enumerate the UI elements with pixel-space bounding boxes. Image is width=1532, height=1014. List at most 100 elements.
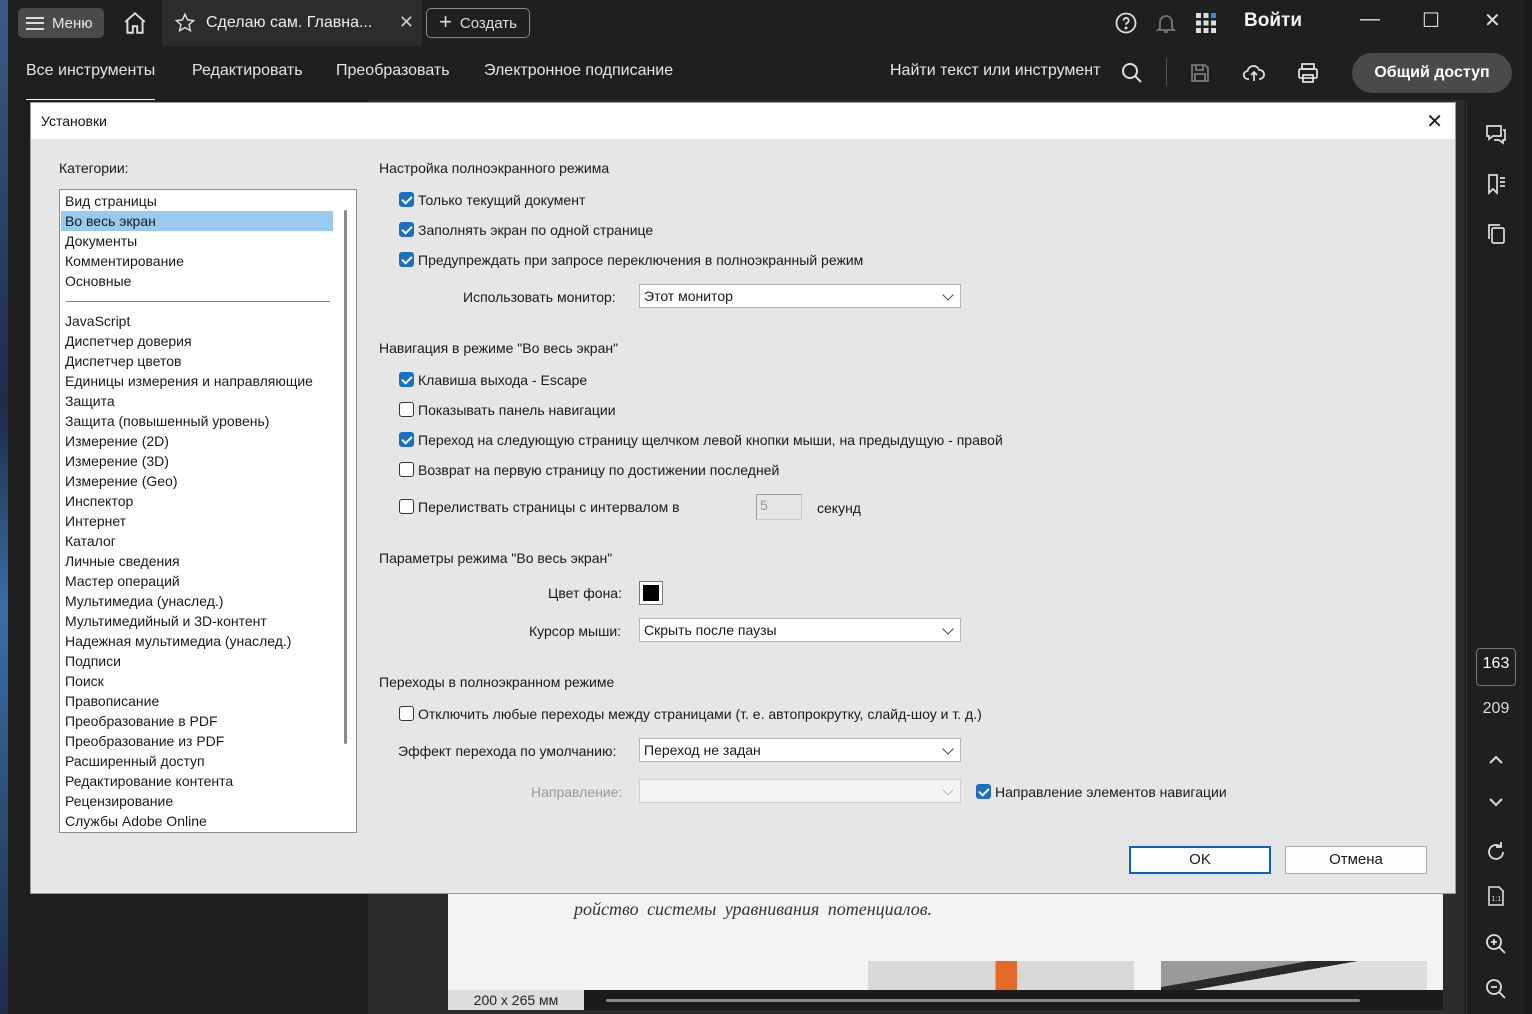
comment-icon[interactable] — [1484, 122, 1508, 146]
category-item[interactable]: Рецензирование — [61, 791, 333, 811]
chevron-up-icon[interactable] — [1484, 748, 1508, 772]
category-item[interactable]: Мастер операций — [61, 571, 333, 591]
category-item[interactable]: Защита — [61, 391, 333, 411]
nav-direction-checkbox[interactable] — [976, 784, 991, 799]
category-item[interactable]: Мультимедиа (унаслед.) — [61, 591, 333, 611]
category-item[interactable]: Инспектор — [61, 491, 333, 511]
category-item[interactable]: Комментирование — [61, 251, 333, 271]
plus-icon: + — [439, 9, 452, 34]
search-icon[interactable] — [1120, 61, 1144, 85]
chevron-down-icon[interactable] — [1484, 790, 1508, 814]
category-item[interactable]: Каталог — [61, 531, 333, 551]
menu-button[interactable]: Меню — [18, 8, 104, 38]
toolbar-divider — [1166, 58, 1167, 86]
auto-advance-checkbox[interactable] — [399, 499, 414, 514]
category-item[interactable]: Основные — [61, 271, 333, 291]
categories-list[interactable]: Вид страницы Во весь экран Документы Ком… — [59, 189, 357, 833]
category-item[interactable]: Подписи — [61, 651, 333, 671]
mouse-cursor-label: Курсор мыши: — [529, 623, 622, 639]
show-nav-bar-checkbox[interactable] — [399, 402, 414, 417]
category-item[interactable]: Надежная мультимедиа (унаслед.) — [61, 631, 333, 651]
tab-edit[interactable]: Редактировать — [192, 62, 303, 80]
category-item[interactable]: Преобразование из PDF — [61, 731, 333, 751]
category-item[interactable]: Правописание — [61, 691, 333, 711]
tab-all-tools[interactable]: Все инструменты — [26, 62, 156, 102]
category-item-selected[interactable]: Во весь экран — [61, 211, 333, 231]
bookmark-icon[interactable] — [1484, 172, 1508, 196]
tab-convert[interactable]: Преобразовать — [336, 62, 450, 80]
category-item[interactable]: Диспетчер доверия — [61, 331, 333, 351]
monitor-label: Использовать монитор: — [463, 289, 616, 305]
share-button[interactable]: Общий доступ — [1352, 53, 1512, 93]
disable-transitions-checkbox[interactable] — [399, 706, 414, 721]
monitor-value: Этот монитор — [644, 288, 733, 304]
star-icon[interactable] — [174, 12, 196, 34]
category-item[interactable]: Личные сведения — [61, 551, 333, 571]
current-doc-only-checkbox[interactable] — [399, 192, 414, 207]
category-item[interactable]: Единицы измерения и направляющие — [61, 371, 333, 391]
print-icon[interactable] — [1296, 61, 1320, 85]
category-item[interactable]: Расширенный доступ — [61, 751, 333, 771]
sign-in-button[interactable]: Войти — [1244, 10, 1302, 32]
category-item[interactable]: JavaScript — [61, 311, 333, 331]
zoom-in-icon[interactable] — [1484, 932, 1508, 956]
category-item[interactable]: Редактирование контента — [61, 771, 333, 791]
category-item[interactable]: Службы Adobe Online — [61, 811, 333, 831]
category-item[interactable]: Документы — [61, 231, 333, 251]
category-item[interactable]: Мультимедийный и 3D-контент — [61, 611, 333, 631]
direction-select[interactable] — [639, 779, 961, 803]
svg-text:1:1: 1:1 — [1492, 896, 1502, 903]
create-label: Создать — [459, 14, 517, 32]
horizontal-scrollbar[interactable] — [606, 999, 1360, 1002]
zoom-out-icon[interactable] — [1484, 977, 1508, 1001]
dialog-close-icon[interactable]: ✕ — [1426, 109, 1443, 134]
category-item[interactable]: Преобразование в PDF — [61, 711, 333, 731]
maximize-button[interactable]: ☐ — [1422, 8, 1440, 33]
actual-size-icon[interactable]: 1:1 — [1484, 884, 1508, 908]
find-text-or-tool[interactable]: Найти текст или инструмент — [890, 62, 1100, 80]
category-item[interactable]: Поиск — [61, 671, 333, 691]
document-tab[interactable]: Сделаю сам. Главна... ✕ — [162, 0, 422, 46]
fill-screen-checkbox[interactable] — [399, 222, 414, 237]
background-color-swatch[interactable] — [639, 581, 663, 605]
category-item[interactable]: Измерение (Geo) — [61, 471, 333, 491]
apps-grid-icon[interactable] — [1194, 11, 1218, 35]
create-button[interactable]: + Создать — [426, 8, 530, 38]
warn-fullscreen-checkbox[interactable] — [399, 252, 414, 267]
cloud-upload-icon[interactable] — [1242, 61, 1266, 85]
category-item[interactable]: Вид страницы — [61, 191, 333, 211]
help-icon[interactable] — [1114, 11, 1138, 35]
save-icon[interactable] — [1188, 61, 1212, 85]
transition-effect-select[interactable]: Переход не задан — [639, 738, 961, 762]
document-text: ройство системы уравнивания потенциалов. — [574, 899, 933, 919]
escape-key-checkbox[interactable] — [399, 372, 414, 387]
categories-scrollbar[interactable] — [344, 210, 347, 744]
bell-icon[interactable] — [1154, 11, 1178, 35]
monitor-select[interactable]: Этот монитор — [639, 284, 961, 308]
category-item[interactable]: Диспетчер цветов — [61, 351, 333, 371]
ok-button[interactable]: OK — [1129, 846, 1271, 874]
dialog-title: Установки — [41, 113, 107, 129]
loop-checkbox[interactable] — [399, 462, 414, 477]
category-item[interactable]: Измерение (2D) — [61, 431, 333, 451]
main-toolbar: Все инструменты Редактировать Преобразов… — [8, 46, 1524, 102]
category-item[interactable]: Измерение (3D) — [61, 451, 333, 471]
interval-input[interactable]: 5 — [756, 494, 802, 520]
category-item[interactable]: Защита (повышенный уровень) — [61, 411, 333, 431]
auto-advance-label: Перелиствать страницы с интервалом в — [418, 499, 680, 515]
home-icon[interactable] — [122, 10, 148, 36]
minimize-button[interactable]: — — [1360, 8, 1380, 31]
disable-transitions-label: Отключить любые переходы между страницам… — [418, 706, 982, 722]
pages-icon[interactable] — [1484, 222, 1508, 246]
rotate-icon[interactable] — [1484, 840, 1508, 864]
cancel-button[interactable]: Отмена — [1285, 846, 1427, 874]
tab-e-sign[interactable]: Электронное подписание — [484, 62, 673, 80]
tab-close-icon[interactable]: ✕ — [399, 12, 414, 33]
current-page-input[interactable]: 163 — [1476, 648, 1516, 686]
document-page: ройство системы уравнивания потенциалов. — [448, 893, 1443, 990]
close-window-button[interactable]: ✕ — [1484, 8, 1501, 33]
document-photo — [1161, 961, 1427, 990]
mouse-cursor-select[interactable]: Скрыть после паузы — [639, 618, 961, 642]
category-item[interactable]: Интернет — [61, 511, 333, 531]
click-advance-checkbox[interactable] — [399, 432, 414, 447]
